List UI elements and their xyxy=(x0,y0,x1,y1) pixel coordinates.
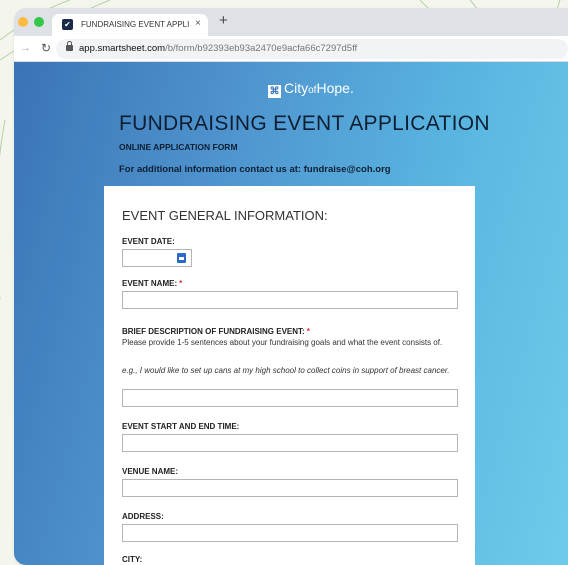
url-text: app.smartsheet.com/b/form/b92393eb93a247… xyxy=(79,43,358,54)
description-input[interactable] xyxy=(122,389,458,407)
required-marker: * xyxy=(306,327,310,336)
page-title: FUNDRAISING EVENT APPLICATION xyxy=(119,112,490,135)
venue-name-input[interactable] xyxy=(122,479,458,497)
event-name-input[interactable] xyxy=(122,291,458,309)
smartsheet-favicon-icon: ✔ xyxy=(62,19,73,30)
start-end-time-label: EVENT START AND END TIME: xyxy=(122,422,240,431)
forward-arrow-icon[interactable]: → xyxy=(20,42,31,54)
page-subtitle: ONLINE APPLICATION FORM xyxy=(119,142,238,152)
new-tab-button[interactable]: + xyxy=(219,13,228,28)
address-input[interactable] xyxy=(122,524,458,542)
tab-title: FUNDRAISING EVENT APPLIC xyxy=(81,20,189,29)
tab-bar: ✔ FUNDRAISING EVENT APPLIC × + xyxy=(14,8,568,36)
city-of-hope-mark-icon: ⌘ xyxy=(268,85,281,98)
required-marker: * xyxy=(179,279,183,288)
tab-fundraising-event[interactable]: ✔ FUNDRAISING EVENT APPLIC × xyxy=(52,14,208,36)
event-date-label: EVENT DATE: xyxy=(122,237,175,246)
city-label: CITY: xyxy=(122,555,143,564)
form-card: EVENT GENERAL INFORMATION: EVENT DATE: E… xyxy=(104,186,475,565)
event-date-input[interactable] xyxy=(122,249,192,267)
calendar-icon[interactable] xyxy=(177,253,186,263)
contact-info: For additional information contact us at… xyxy=(119,164,391,175)
minimize-button[interactable] xyxy=(18,17,28,27)
event-name-label: EVENT NAME: * xyxy=(122,279,183,288)
description-help: Please provide 1-5 sentences about your … xyxy=(122,338,443,347)
close-tab-icon[interactable]: × xyxy=(195,18,201,29)
start-end-time-input[interactable] xyxy=(122,434,458,452)
page-content: ⌘ CityofHope. FUNDRAISING EVENT APPLICATI… xyxy=(14,62,568,565)
zoom-button[interactable] xyxy=(34,17,44,27)
venue-name-label: VENUE NAME: xyxy=(122,467,179,476)
browser-toolbar: → ↻ app.smartsheet.com/b/form/b92393eb93… xyxy=(14,36,568,62)
description-example: e.g., I would like to set up cans at my … xyxy=(122,366,450,375)
city-of-hope-logo: ⌘ CityofHope. xyxy=(268,80,354,98)
address-label: ADDRESS: xyxy=(122,512,164,521)
browser-window: ✔ FUNDRAISING EVENT APPLIC × + → ↻ app.s… xyxy=(14,8,568,565)
address-bar[interactable]: app.smartsheet.com/b/form/b92393eb93a247… xyxy=(56,39,568,59)
description-label: BRIEF DESCRIPTION OF FUNDRAISING EVENT: * xyxy=(122,327,310,336)
lock-icon[interactable] xyxy=(66,41,73,51)
section-title: EVENT GENERAL INFORMATION: xyxy=(122,208,328,223)
reload-icon[interactable]: ↻ xyxy=(41,41,51,55)
